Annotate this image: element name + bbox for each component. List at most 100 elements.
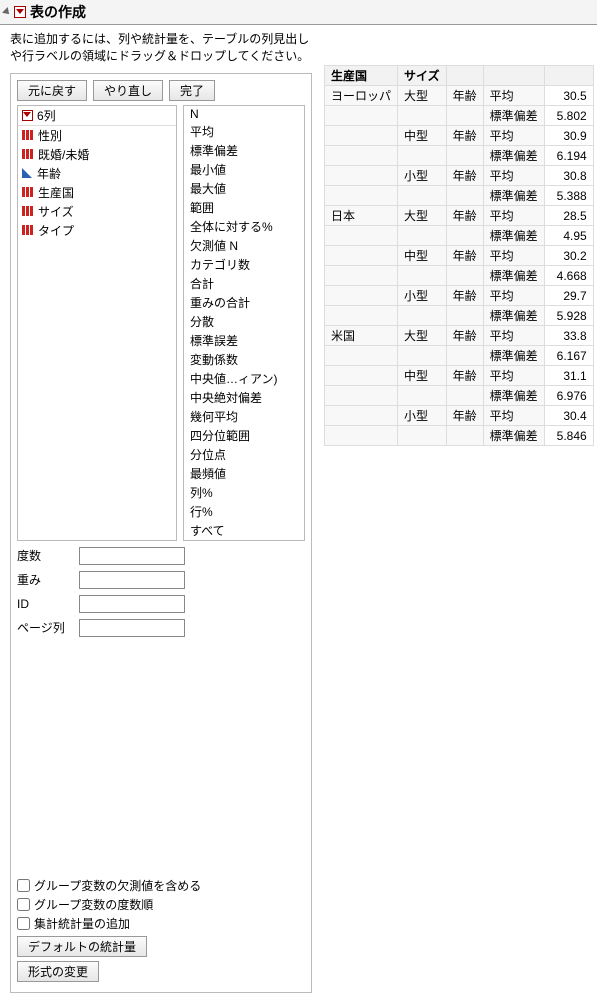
add-aggregate-checkbox[interactable] bbox=[17, 917, 30, 930]
table-row: 標準偏差6.976 bbox=[325, 386, 594, 406]
table-row: 中型年齢平均30.2 bbox=[325, 246, 594, 266]
cell-stat: 平均 bbox=[483, 246, 544, 266]
column-item-label: 性別 bbox=[38, 127, 62, 144]
stat-item[interactable]: 中央絶対偏差 bbox=[184, 388, 304, 407]
stat-item[interactable]: 範囲 bbox=[184, 198, 304, 217]
cell-stat: 標準偏差 bbox=[483, 106, 544, 126]
stat-item[interactable]: 分位点 bbox=[184, 445, 304, 464]
cell-stat: 標準偏差 bbox=[483, 226, 544, 246]
columns-menu-icon[interactable] bbox=[22, 110, 33, 121]
column-item[interactable]: 生産国 bbox=[18, 183, 176, 202]
column-item[interactable]: サイズ bbox=[18, 202, 176, 221]
cell-stat: 平均 bbox=[483, 86, 544, 106]
cell-size: 中型 bbox=[398, 246, 447, 266]
cell-size: 大型 bbox=[398, 86, 447, 106]
continuous-icon bbox=[22, 168, 32, 178]
cell-size: 中型 bbox=[398, 366, 447, 386]
column-item-label: 既婚/未婚 bbox=[38, 146, 89, 163]
freq-input[interactable] bbox=[79, 547, 185, 565]
cell-stat: 平均 bbox=[483, 166, 544, 186]
cell-value: 29.7 bbox=[544, 286, 593, 306]
cell-stat: 標準偏差 bbox=[483, 386, 544, 406]
cell-stat: 平均 bbox=[483, 366, 544, 386]
undo-button[interactable]: 元に戻す bbox=[17, 80, 87, 101]
stat-item[interactable]: 全体に対する% bbox=[184, 217, 304, 236]
cell-value: 30.2 bbox=[544, 246, 593, 266]
stat-item[interactable]: カテゴリ数 bbox=[184, 255, 304, 274]
cell-stat: 標準偏差 bbox=[483, 186, 544, 206]
cell-value: 4.95 bbox=[544, 226, 593, 246]
id-input[interactable] bbox=[79, 595, 185, 613]
cell-stat: 標準偏差 bbox=[483, 266, 544, 286]
column-item[interactable]: タイプ bbox=[18, 221, 176, 240]
stat-item[interactable]: 欠測値 N bbox=[184, 236, 304, 255]
disclosure-triangle-icon[interactable] bbox=[2, 7, 12, 17]
columns-count-label: 6列 bbox=[37, 107, 56, 124]
stat-item[interactable]: 標準偏差 bbox=[184, 141, 304, 160]
table-row: 小型年齢平均29.7 bbox=[325, 286, 594, 306]
column-item[interactable]: 性別 bbox=[18, 126, 176, 145]
stat-item[interactable]: 最大値 bbox=[184, 179, 304, 198]
table-row: 標準偏差5.846 bbox=[325, 426, 594, 446]
table-row: 標準偏差6.167 bbox=[325, 346, 594, 366]
cell-country bbox=[325, 406, 398, 426]
column-item[interactable]: 既婚/未婚 bbox=[18, 145, 176, 164]
stat-item[interactable]: 四分位範囲 bbox=[184, 426, 304, 445]
redo-button[interactable]: やり直し bbox=[93, 80, 163, 101]
stat-item[interactable]: 標準誤差 bbox=[184, 331, 304, 350]
columns-list[interactable]: 6列 性別既婚/未婚年齢生産国サイズタイプ bbox=[17, 105, 177, 541]
page-input[interactable] bbox=[79, 619, 185, 637]
table-row: 日本大型年齢平均28.5 bbox=[325, 206, 594, 226]
cell-stat: 平均 bbox=[483, 126, 544, 146]
cell-country bbox=[325, 366, 398, 386]
stat-item[interactable]: 合計 bbox=[184, 274, 304, 293]
cell-value: 4.668 bbox=[544, 266, 593, 286]
cell-age: 年齢 bbox=[446, 126, 483, 146]
stat-item[interactable]: 中央値…ィアン) bbox=[184, 369, 304, 388]
stat-item[interactable]: N bbox=[184, 106, 304, 122]
cell-value: 30.8 bbox=[544, 166, 593, 186]
stat-item[interactable]: 平均 bbox=[184, 122, 304, 141]
cell-age: 年齢 bbox=[446, 86, 483, 106]
done-button[interactable]: 完了 bbox=[169, 80, 215, 101]
cell-country bbox=[325, 286, 398, 306]
freq-order-label: グループ変数の度数順 bbox=[34, 896, 153, 913]
stat-item[interactable]: 分散 bbox=[184, 312, 304, 331]
cell-value: 6.194 bbox=[544, 146, 593, 166]
table-row: 標準偏差4.95 bbox=[325, 226, 594, 246]
cell-size: 大型 bbox=[398, 326, 447, 346]
page-label: ページ列 bbox=[17, 619, 79, 636]
weight-label: 重み bbox=[17, 571, 79, 588]
stat-item[interactable]: 最小値 bbox=[184, 160, 304, 179]
cell-country bbox=[325, 166, 398, 186]
stat-item[interactable]: 重みの合計 bbox=[184, 293, 304, 312]
freq-order-checkbox[interactable] bbox=[17, 898, 30, 911]
cell-value: 5.928 bbox=[544, 306, 593, 326]
default-stats-button[interactable]: デフォルトの統計量 bbox=[17, 936, 147, 957]
column-item[interactable]: 年齢 bbox=[18, 164, 176, 183]
weight-input[interactable] bbox=[79, 571, 185, 589]
cell-value: 28.5 bbox=[544, 206, 593, 226]
title-menu-icon[interactable] bbox=[14, 6, 26, 18]
stat-item[interactable]: 変動係数 bbox=[184, 350, 304, 369]
cell-country: 日本 bbox=[325, 206, 398, 226]
change-format-button[interactable]: 形式の変更 bbox=[17, 961, 99, 982]
table-row: 小型年齢平均30.8 bbox=[325, 166, 594, 186]
cell-country: 米国 bbox=[325, 326, 398, 346]
stat-item[interactable]: 最頻値 bbox=[184, 464, 304, 483]
cell-stat: 平均 bbox=[483, 326, 544, 346]
include-missing-checkbox[interactable] bbox=[17, 879, 30, 892]
stat-item[interactable]: 行% bbox=[184, 502, 304, 521]
table-row: 標準偏差5.388 bbox=[325, 186, 594, 206]
th-blank1 bbox=[446, 66, 483, 86]
statistics-list[interactable]: N平均標準偏差最小値最大値範囲全体に対する%欠測値 Nカテゴリ数合計重みの合計分… bbox=[183, 105, 305, 541]
cell-size: 小型 bbox=[398, 286, 447, 306]
stat-item[interactable]: すべて bbox=[184, 521, 304, 540]
include-missing-label: グループ変数の欠測値を含める bbox=[34, 877, 201, 894]
stat-item[interactable]: 幾何平均 bbox=[184, 407, 304, 426]
instruction-text: 表に追加するには、列や統計量を、テーブルの列見出しや行ラベルの領域にドラッグ＆ド… bbox=[10, 31, 312, 65]
config-panel: 元に戻す やり直し 完了 6列 性別既婚/未婚年齢生産国サイズタイプ N平均標準… bbox=[10, 73, 312, 993]
stat-item[interactable]: 列% bbox=[184, 483, 304, 502]
id-label: ID bbox=[17, 597, 79, 611]
cell-stat: 平均 bbox=[483, 206, 544, 226]
